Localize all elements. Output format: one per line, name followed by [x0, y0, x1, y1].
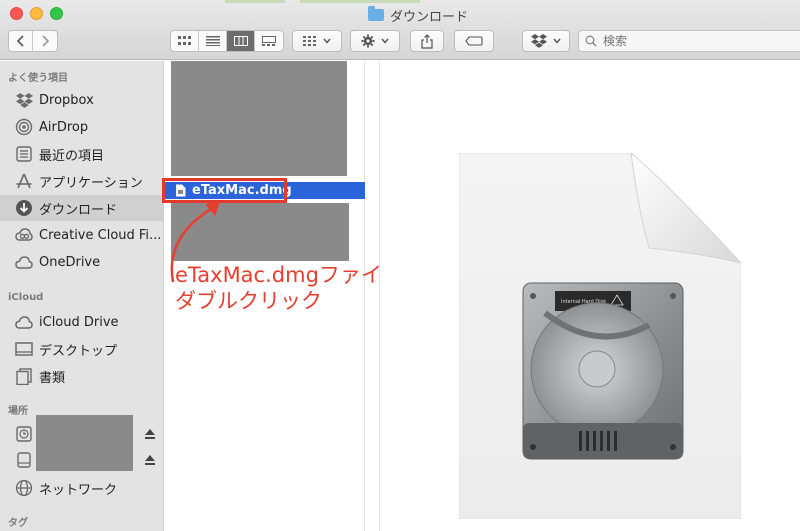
back-button[interactable] [9, 31, 33, 51]
dropbox-icon [531, 34, 547, 48]
icloud-header: iCloud [8, 292, 44, 303]
tab-strip-hint [225, 0, 285, 3]
sidebar-item-label: OneDrive [39, 254, 101, 270]
share-icon [421, 33, 433, 49]
redacted-file-list [171, 61, 347, 176]
tags-header: タグ [8, 518, 28, 529]
back-forward-buttons [8, 30, 58, 52]
search-input[interactable] [603, 34, 783, 48]
zoom-window-button[interactable] [50, 7, 63, 20]
forward-button[interactable] [33, 31, 57, 51]
list-icon [205, 36, 220, 46]
toolbar: ダウンロード [0, 0, 800, 60]
time-machine-icon [15, 425, 33, 443]
sidebar-item-label: デスクトップ [39, 343, 118, 359]
recents-icon [15, 145, 33, 163]
sidebar-item-label: ダウンロード [39, 202, 118, 218]
sidebar-item-label: ネットワーク [39, 482, 118, 498]
sidebar-item-desktop[interactable]: デスクトップ [0, 336, 164, 362]
sidebar-item-applications[interactable]: アプリケーション [0, 168, 164, 194]
documents-icon [15, 367, 33, 385]
chevron-left-icon [16, 35, 24, 47]
chevron-down-icon [553, 38, 561, 44]
sidebar-item-label: アプリケーション [39, 175, 143, 191]
gear-icon [361, 34, 375, 48]
window-title: ダウンロード [368, 6, 469, 25]
sidebar: よく使う項目 Dropbox AirDrop 最近の項目 アプリケーション ダウ… [0, 61, 164, 531]
icon-grid-icon [177, 36, 191, 45]
tags-button[interactable] [454, 30, 494, 52]
close-window-button[interactable] [10, 7, 23, 20]
sidebar-item-label: Dropbox [39, 92, 94, 108]
cloud-icon [15, 313, 33, 331]
sidebar-item-downloads[interactable]: ダウンロード [0, 195, 164, 221]
favorites-header: よく使う項目 [8, 73, 68, 84]
minimize-window-button[interactable] [30, 7, 43, 20]
sidebar-item-creative-cloud[interactable]: Creative Cloud Fi... [0, 222, 164, 248]
columns-icon [233, 36, 248, 46]
eject-icon[interactable] [144, 428, 156, 440]
desktop-icon [15, 340, 33, 358]
sidebar-item-documents[interactable]: 書類 [0, 363, 164, 389]
eject-icon[interactable] [144, 454, 156, 466]
disk-image-document-icon: Internal Hard Disk [459, 153, 741, 519]
downloads-icon [15, 199, 33, 217]
group-grid-icon [303, 36, 316, 46]
sidebar-item-dropbox[interactable]: Dropbox [0, 87, 164, 113]
group-by-button[interactable] [292, 30, 342, 52]
hard-disk-icon [15, 451, 33, 469]
folder-icon [368, 6, 384, 21]
gallery-view-button[interactable] [255, 31, 283, 51]
redacted-location-names [36, 415, 133, 471]
window-title-text: ダウンロード [390, 9, 469, 25]
sidebar-item-label: 書類 [39, 370, 66, 386]
dropbox-icon [15, 91, 33, 109]
sidebar-item-icloud-drive[interactable]: iCloud Drive [0, 309, 164, 335]
search-field[interactable] [578, 30, 800, 52]
tab-strip-hint [300, 0, 420, 3]
search-icon [585, 35, 597, 47]
applications-icon [15, 172, 33, 190]
view-mode-control [170, 30, 284, 52]
chevron-right-icon [42, 35, 49, 47]
sidebar-item-recents[interactable]: 最近の項目 [0, 141, 164, 167]
airdrop-icon [15, 118, 33, 136]
dropbox-menu-button[interactable] [522, 30, 570, 52]
action-menu-button[interactable] [350, 30, 400, 52]
preview-pane: Internal Hard Disk [381, 61, 800, 531]
cloud-icon [15, 253, 33, 271]
icon-view-button[interactable] [171, 31, 199, 51]
column-view-button[interactable] [227, 31, 255, 51]
chevron-down-icon [323, 38, 331, 44]
network-icon [15, 479, 33, 497]
sidebar-item-airdrop[interactable]: AirDrop [0, 114, 164, 140]
sidebar-item-label: Creative Cloud Fi... [39, 227, 162, 243]
tag-icon [465, 36, 483, 46]
sidebar-item-network[interactable]: ネットワーク [0, 475, 164, 501]
creative-cloud-icon [15, 226, 33, 244]
sidebar-item-label: AirDrop [39, 119, 89, 135]
share-button[interactable] [410, 30, 444, 52]
sidebar-item-label: iCloud Drive [39, 314, 119, 330]
sidebar-item-onedrive[interactable]: OneDrive [0, 249, 164, 275]
gallery-icon [262, 36, 276, 46]
locations-header: 場所 [8, 406, 28, 417]
list-view-button[interactable] [199, 31, 227, 51]
chevron-down-icon [381, 38, 389, 44]
sidebar-item-label: 最近の項目 [39, 148, 105, 164]
